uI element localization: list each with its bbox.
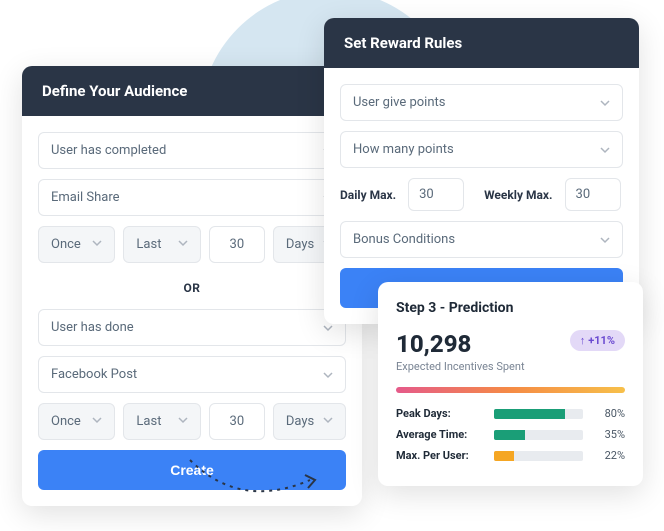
condition-select-1-label: User has completed — [51, 143, 166, 158]
chevron-down-icon — [323, 323, 333, 333]
metric-bar-fill — [494, 430, 525, 440]
condition-select-1[interactable]: User has completed — [38, 132, 346, 169]
delta-value: +11% — [588, 334, 615, 347]
max-row: Daily Max. 30 Weekly Max. 30 — [340, 178, 623, 211]
timing-row-1: Once Last 30 Days — [38, 226, 346, 263]
points-amount-label: How many points — [353, 142, 454, 157]
prediction-card: Step 3 - Prediction 10,298 Expected Ince… — [378, 282, 643, 486]
metric-bar-fill — [494, 409, 565, 419]
metric-label: Average Time: — [396, 428, 484, 441]
condition-select-2-label: User has done — [51, 320, 134, 335]
rewards-title: Set Reward Rules — [324, 18, 639, 68]
arrow-up-icon: ↑ — [580, 334, 586, 347]
points-type-label: User give points — [353, 95, 445, 110]
daily-max-input[interactable]: 30 — [408, 178, 464, 211]
window-select-2[interactable]: Last — [123, 403, 200, 440]
prediction-summary: 10,298 Expected Incentives Spent ↑ +11% — [396, 330, 625, 373]
or-divider: OR — [38, 273, 346, 309]
audience-card: Define Your Audience User has completed … — [22, 66, 362, 506]
metric-row: Max. Per User: 22% — [396, 449, 625, 462]
window-select-1[interactable]: Last — [123, 226, 200, 263]
audience-body: User has completed Email Share Once Last… — [22, 116, 362, 506]
chevron-down-icon — [323, 370, 333, 380]
metric-row: Peak Days: 80% — [396, 407, 625, 420]
condition-select-2[interactable]: User has done — [38, 309, 346, 346]
weekly-max-label: Weekly Max. — [484, 188, 552, 202]
window-label-1: Last — [136, 237, 161, 252]
metric-label: Peak Days: — [396, 407, 484, 420]
window-label-2: Last — [136, 414, 161, 429]
chevron-down-icon — [323, 414, 333, 429]
unit-select-2[interactable]: Days — [273, 403, 346, 440]
chevron-down-icon — [600, 98, 610, 108]
daily-max-label: Daily Max. — [340, 188, 396, 202]
chevron-down-icon — [92, 414, 102, 429]
prediction-subtitle: Expected Incentives Spent — [396, 360, 525, 373]
freq-label-1: Once — [51, 237, 81, 252]
metric-bar-fill — [494, 451, 514, 461]
action-select-2-label: Facebook Post — [51, 367, 137, 382]
metric-bar-track — [494, 430, 583, 440]
delta-badge: ↑ +11% — [570, 330, 625, 351]
chevron-down-icon — [178, 414, 188, 429]
metric-value: 35% — [593, 428, 625, 441]
points-amount-select[interactable]: How many points — [340, 131, 623, 168]
chevron-down-icon — [600, 145, 610, 155]
freq-select-2[interactable]: Once — [38, 403, 115, 440]
audience-title: Define Your Audience — [22, 66, 362, 116]
metric-bar-track — [494, 409, 583, 419]
metrics-list: Peak Days: 80% Average Time: 35% Max. Per Us… — [396, 407, 625, 462]
chevron-down-icon — [600, 235, 610, 245]
prediction-title: Step 3 - Prediction — [396, 300, 625, 316]
count-value-1: 30 — [230, 237, 245, 252]
prediction-value: 10,298 — [396, 330, 525, 358]
freq-select-1[interactable]: Once — [38, 226, 115, 263]
timing-row-2: Once Last 30 Days — [38, 403, 346, 440]
action-select-1-label: Email Share — [51, 190, 120, 205]
metric-value: 22% — [593, 449, 625, 462]
count-value-2: 30 — [230, 414, 245, 429]
bonus-conditions-label: Bonus Conditions — [353, 232, 455, 247]
metric-label: Max. Per User: — [396, 449, 484, 462]
rewards-card: Set Reward Rules User give points How ma… — [324, 18, 639, 324]
chevron-down-icon — [178, 237, 188, 252]
action-select-2[interactable]: Facebook Post — [38, 356, 346, 393]
gradient-bar — [396, 387, 625, 393]
weekly-max-input[interactable]: 30 — [565, 178, 621, 211]
freq-label-2: Once — [51, 414, 81, 429]
count-input-2[interactable]: 30 — [209, 403, 265, 440]
action-select-1[interactable]: Email Share — [38, 179, 346, 216]
metric-bar-track — [494, 451, 583, 461]
metric-row: Average Time: 35% — [396, 428, 625, 441]
dotted-arrow-icon — [180, 450, 330, 520]
count-input-1[interactable]: 30 — [209, 226, 265, 263]
metric-value: 80% — [593, 407, 625, 420]
unit-label-2: Days — [286, 414, 314, 429]
bonus-conditions-select[interactable]: Bonus Conditions — [340, 221, 623, 258]
unit-label-1: Days — [286, 237, 314, 252]
chevron-down-icon — [92, 237, 102, 252]
points-type-select[interactable]: User give points — [340, 84, 623, 121]
